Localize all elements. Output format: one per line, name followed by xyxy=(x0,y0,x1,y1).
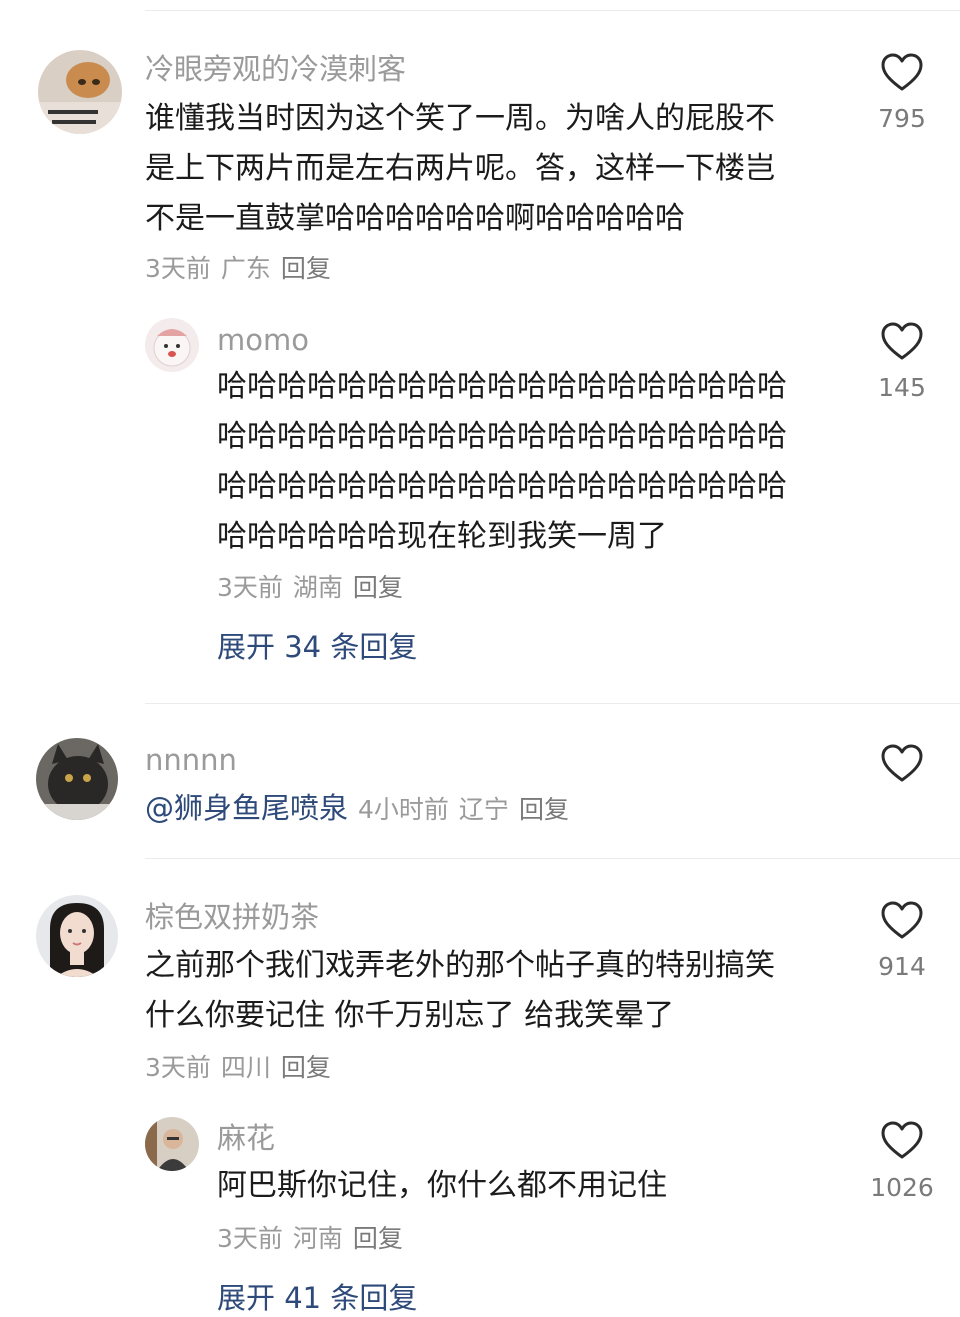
comment-text-line: 不是一直鼓掌哈哈哈哈哈哈啊哈哈哈哈哈 xyxy=(145,201,685,236)
man-photo-avatar-icon xyxy=(145,1117,199,1171)
comment-username[interactable]: 棕色双拼奶茶 xyxy=(145,903,319,932)
comment-time: 3天前 xyxy=(145,254,211,283)
comment-meta: @狮身鱼尾喷泉 4小时前 辽宁 回复 xyxy=(145,794,579,823)
comment-divider xyxy=(145,703,960,704)
reply-meta: 3天前 湖南 回复 xyxy=(217,575,413,600)
reply-text: 哈哈哈哈哈哈哈哈哈哈哈哈哈哈哈哈哈哈哈 哈哈哈哈哈哈哈哈哈哈哈哈哈哈哈哈哈哈哈 … xyxy=(217,362,787,562)
reply-location: 湖南 xyxy=(292,573,343,602)
reply-text-line: 哈哈哈哈哈哈哈哈哈哈哈哈哈哈哈哈哈哈哈 xyxy=(217,419,787,454)
comment-divider xyxy=(145,858,960,859)
avatar[interactable] xyxy=(145,318,199,372)
comment-text-line: 什么你要记住 你千万别忘了 给我笑晕了 xyxy=(145,998,675,1033)
reply-time: 3天前 xyxy=(217,1224,283,1253)
like-heart-icon[interactable] xyxy=(880,743,924,783)
avatar[interactable] xyxy=(145,1117,199,1171)
like-count: 1026 xyxy=(870,1173,934,1202)
like-count: 795 xyxy=(878,104,926,133)
like-heart-icon[interactable] xyxy=(880,900,924,940)
comment-time: 4小时前 xyxy=(358,795,449,824)
mention-link[interactable]: @狮身鱼尾喷泉 xyxy=(145,791,348,825)
comment-text-line: 谁懂我当时因为这个笑了一周。为啥人的屁股不 xyxy=(145,101,775,136)
girl-portrait-avatar-icon xyxy=(36,895,118,977)
top-divider xyxy=(145,10,960,11)
comment-text: 之前那个我们戏弄老外的那个帖子真的特别搞笑 什么你要记住 你千万别忘了 给我笑晕… xyxy=(145,941,775,1041)
reply-username[interactable]: 麻花 xyxy=(217,1124,275,1153)
cat-meme-avatar-icon xyxy=(38,50,122,134)
reply-time: 3天前 xyxy=(217,573,283,602)
like-count: 145 xyxy=(878,373,926,402)
comment-username[interactable]: 冷眼旁观的冷漠刺客 xyxy=(145,55,406,84)
black-cat-avatar-icon xyxy=(36,738,118,820)
comment-meta: 3天前 四川 回复 xyxy=(145,1055,341,1080)
comment-text-line: 之前那个我们戏弄老外的那个帖子真的特别搞笑 xyxy=(145,948,775,983)
like-heart-icon[interactable] xyxy=(880,321,924,361)
comment-time: 3天前 xyxy=(145,1053,211,1082)
reply-text-line: 哈哈哈哈哈哈现在轮到我笑一周了 xyxy=(217,519,667,554)
avatar[interactable] xyxy=(36,895,118,977)
reply-button[interactable]: 回复 xyxy=(281,1053,331,1082)
like-count: 914 xyxy=(878,952,926,981)
comment-location: 四川 xyxy=(220,1053,271,1082)
reply-username[interactable]: momo xyxy=(217,326,309,355)
comment-location: 辽宁 xyxy=(458,795,509,824)
comment-text: 谁懂我当时因为这个笑了一周。为啥人的屁股不 是上下两片而是左右两片呢。答，这样一… xyxy=(145,94,775,244)
cartoon-bird-avatar-icon xyxy=(145,318,199,372)
expand-replies-button[interactable]: 展开 41 条回复 xyxy=(217,1284,417,1313)
reply-location: 河南 xyxy=(292,1224,343,1253)
reply-text-line: 阿巴斯你记住，你什么都不用记住 xyxy=(217,1168,667,1203)
comment-meta: 3天前 广东 回复 xyxy=(145,256,341,281)
reply-meta: 3天前 河南 回复 xyxy=(217,1226,413,1251)
comment-text-line: 是上下两片而是左右两片呢。答，这样一下楼岂 xyxy=(145,151,775,186)
like-heart-icon[interactable] xyxy=(880,52,924,92)
avatar[interactable] xyxy=(38,50,122,134)
like-heart-icon[interactable] xyxy=(880,1120,924,1160)
avatar[interactable] xyxy=(36,738,118,820)
reply-text: 阿巴斯你记住，你什么都不用记住 xyxy=(217,1161,667,1211)
comment-location: 广东 xyxy=(220,254,271,283)
reply-button[interactable]: 回复 xyxy=(353,573,403,602)
reply-button[interactable]: 回复 xyxy=(353,1224,403,1253)
reply-button[interactable]: 回复 xyxy=(519,795,569,824)
reply-text-line: 哈哈哈哈哈哈哈哈哈哈哈哈哈哈哈哈哈哈哈 xyxy=(217,369,787,404)
reply-text-line: 哈哈哈哈哈哈哈哈哈哈哈哈哈哈哈哈哈哈哈 xyxy=(217,469,787,504)
comment-username[interactable]: nnnnn xyxy=(145,746,237,775)
expand-replies-button[interactable]: 展开 34 条回复 xyxy=(217,633,417,662)
reply-button[interactable]: 回复 xyxy=(281,254,331,283)
